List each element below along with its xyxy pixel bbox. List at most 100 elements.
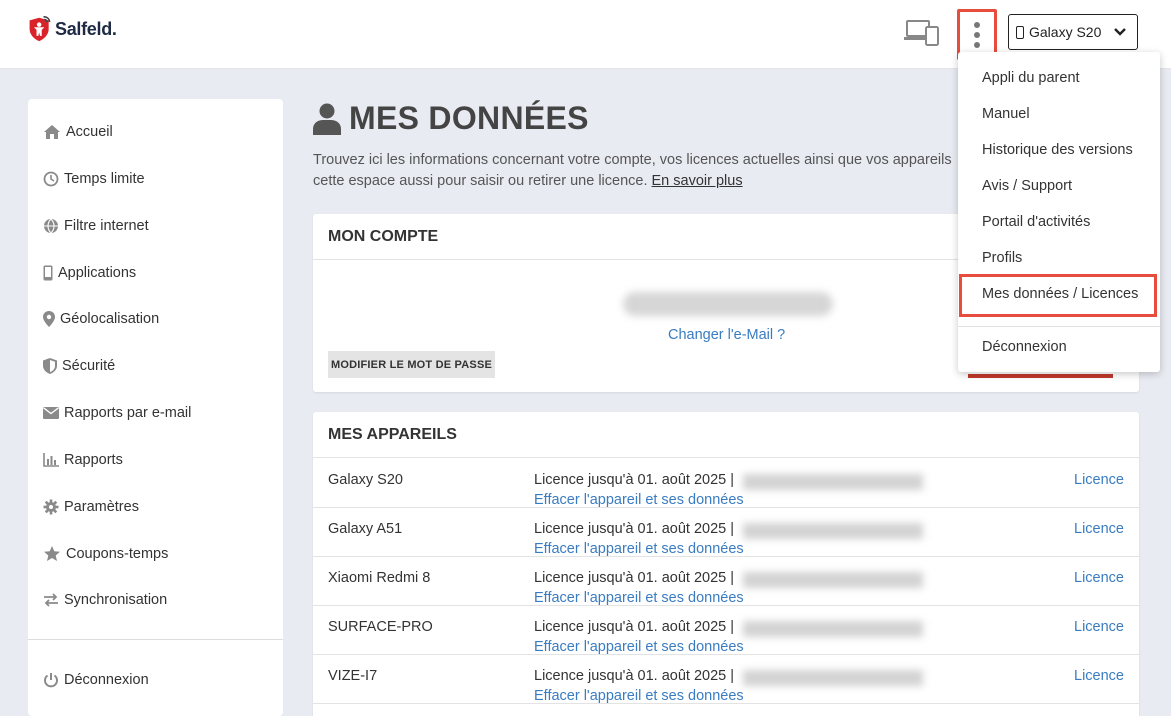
sidebar-item-synchronisation[interactable]: Synchronisation xyxy=(43,589,167,611)
sync-icon xyxy=(44,593,58,607)
more-dropdown-menu: Appli du parent Manuel Historique des ve… xyxy=(958,52,1160,372)
erase-device-link[interactable]: Effacer l'appareil et ses données xyxy=(534,590,744,606)
device-selector[interactable]: Galaxy S20 xyxy=(1008,14,1138,50)
device-selector-label: Galaxy S20 xyxy=(1029,24,1102,40)
sidebar-item-label: Rapports par e-mail xyxy=(64,405,192,421)
intro-line-1: Trouvez ici les informations concernant … xyxy=(313,152,952,168)
sidebar-item-label: Temps limite xyxy=(64,171,145,187)
clock-icon xyxy=(43,171,59,187)
sidebar-item-rapports[interactable]: Rapports xyxy=(43,449,123,471)
license-info: Licence jusqu'à 01. août 2025 | xyxy=(534,668,735,684)
kebab-dot-icon xyxy=(974,31,980,38)
erase-device-link[interactable]: Effacer l'appareil et ses données xyxy=(534,541,744,557)
sidebar-item-label: Coupons-temps xyxy=(66,546,169,562)
erase-device-link[interactable]: Effacer l'appareil et ses données xyxy=(534,492,744,508)
sidebar: Accueil Temps limite Filtre internet App… xyxy=(28,99,283,716)
phone-icon xyxy=(43,265,53,281)
sidebar-item-label: Applications xyxy=(58,265,137,281)
bar-chart-icon xyxy=(43,453,59,467)
sidebar-item-geolocalisation[interactable]: Géolocalisation xyxy=(43,308,159,330)
table-row: SURFACE-PRO Licence jusqu'à 01. août 202… xyxy=(313,606,1139,655)
erase-device-link[interactable]: Effacer l'appareil et ses données xyxy=(534,688,744,704)
logo-text: Salfeld. xyxy=(55,18,117,39)
menu-item-avis-support[interactable]: Avis / Support xyxy=(982,178,1072,194)
star-icon xyxy=(44,546,60,561)
license-info: Licence jusqu'à 01. août 2025 | xyxy=(534,521,735,537)
sidebar-item-label: Accueil xyxy=(66,124,113,140)
licence-link[interactable]: Licence xyxy=(1074,472,1124,488)
device-name: VIZE-I7 xyxy=(328,668,378,684)
devices-icon xyxy=(904,20,939,46)
licence-link[interactable]: Licence xyxy=(1074,570,1124,586)
power-icon xyxy=(44,673,58,688)
shield-icon xyxy=(43,358,57,374)
envelope-icon xyxy=(43,407,59,419)
map-pin-icon xyxy=(43,311,55,327)
menu-item-deconnexion[interactable]: Déconnexion xyxy=(982,339,1067,355)
licence-link[interactable]: Licence xyxy=(1074,619,1124,635)
salfeld-logo[interactable]: Salfeld. xyxy=(27,14,117,44)
globe-icon xyxy=(44,218,58,234)
menu-item-portail-activites[interactable]: Portail d'activités xyxy=(982,214,1090,230)
menu-item-manuel[interactable]: Manuel xyxy=(982,106,1030,122)
licence-link[interactable]: Licence xyxy=(1074,521,1124,537)
menu-item-appli-parent[interactable]: Appli du parent xyxy=(982,70,1080,86)
device-name: Galaxy S20 xyxy=(328,472,403,488)
kebab-dot-icon xyxy=(974,41,980,48)
table-row: Galaxy S20 Licence jusqu'à 01. août 2025… xyxy=(313,459,1139,508)
kebab-dot-icon xyxy=(974,21,980,28)
sidebar-item-label: Paramètres xyxy=(64,499,139,515)
license-info: Licence jusqu'à 01. août 2025 | xyxy=(534,570,735,586)
device-name: SURFACE-PRO xyxy=(328,619,433,635)
license-info: Licence jusqu'à 01. août 2025 | xyxy=(534,472,735,488)
chevron-down-icon xyxy=(1114,28,1126,36)
menu-item-profils[interactable]: Profils xyxy=(982,250,1022,266)
erase-device-link[interactable]: Effacer l'appareil et ses données xyxy=(534,639,744,655)
licence-link[interactable]: Licence xyxy=(1074,668,1124,684)
page-title: MES DONNÉES xyxy=(313,100,589,137)
action-button-edge[interactable] xyxy=(968,374,1113,378)
intro-text: Trouvez ici les informations concernant … xyxy=(313,150,963,192)
blurred-email xyxy=(623,292,833,316)
devices-card: MES APPAREILS Galaxy S20 Licence jusqu'à… xyxy=(313,412,1139,716)
page-title-text: MES DONNÉES xyxy=(349,100,589,136)
blurred-license-key xyxy=(743,572,923,588)
devices-card-heading: MES APPAREILS xyxy=(313,412,1139,458)
table-row: Galaxy A51 Licence jusqu'à 01. août 2025… xyxy=(313,508,1139,557)
license-info: Licence jusqu'à 01. août 2025 | xyxy=(534,619,735,635)
phone-icon xyxy=(1016,25,1024,39)
learn-more-link[interactable]: En savoir plus xyxy=(652,173,743,189)
sidebar-item-rapports-email[interactable]: Rapports par e-mail xyxy=(43,402,191,424)
user-icon xyxy=(313,103,341,135)
sidebar-item-accueil[interactable]: Accueil xyxy=(43,121,113,143)
intro-line-2: cette espace aussi pour saisir ou retire… xyxy=(313,171,963,192)
intro-line-2-text: cette espace aussi pour saisir ou retire… xyxy=(313,173,648,189)
sidebar-item-coupons-temps[interactable]: Coupons-temps xyxy=(43,543,168,565)
change-password-button[interactable]: MODIFIER LE MOT DE PASSE xyxy=(328,351,495,378)
home-icon xyxy=(44,125,60,139)
device-name: Galaxy A51 xyxy=(328,521,403,537)
sidebar-item-securite[interactable]: Sécurité xyxy=(43,355,115,377)
menu-item-historique-versions[interactable]: Historique des versions xyxy=(982,142,1133,158)
sidebar-item-label: Sécurité xyxy=(62,358,116,374)
sidebar-item-applications[interactable]: Applications xyxy=(43,262,136,284)
sidebar-item-deconnexion[interactable]: Déconnexion xyxy=(43,669,149,691)
sidebar-item-parametres[interactable]: Paramètres xyxy=(43,496,139,518)
table-row: VIZE-I7 Licence jusqu'à 01. août 2025 | … xyxy=(313,655,1139,704)
blurred-license-key xyxy=(743,523,923,539)
shield-logo-icon xyxy=(29,16,51,42)
menu-divider xyxy=(958,326,1160,327)
change-email-link[interactable]: Changer l'e-Mail ? xyxy=(668,327,785,343)
blurred-license-key xyxy=(743,621,923,637)
sidebar-item-label: Filtre internet xyxy=(64,218,149,234)
sidebar-item-filtre-internet[interactable]: Filtre internet xyxy=(43,215,149,237)
sidebar-item-label: Géolocalisation xyxy=(60,311,160,327)
sidebar-item-label: Rapports xyxy=(64,452,123,468)
blurred-license-key xyxy=(743,670,923,686)
sidebar-divider xyxy=(28,639,283,640)
sidebar-item-temps-limite[interactable]: Temps limite xyxy=(43,168,145,190)
devices-button[interactable] xyxy=(904,17,940,47)
menu-item-mes-donnees-licences[interactable]: Mes données / Licences xyxy=(982,286,1138,302)
gear-icon xyxy=(43,499,59,515)
sidebar-item-label: Synchronisation xyxy=(64,592,168,608)
